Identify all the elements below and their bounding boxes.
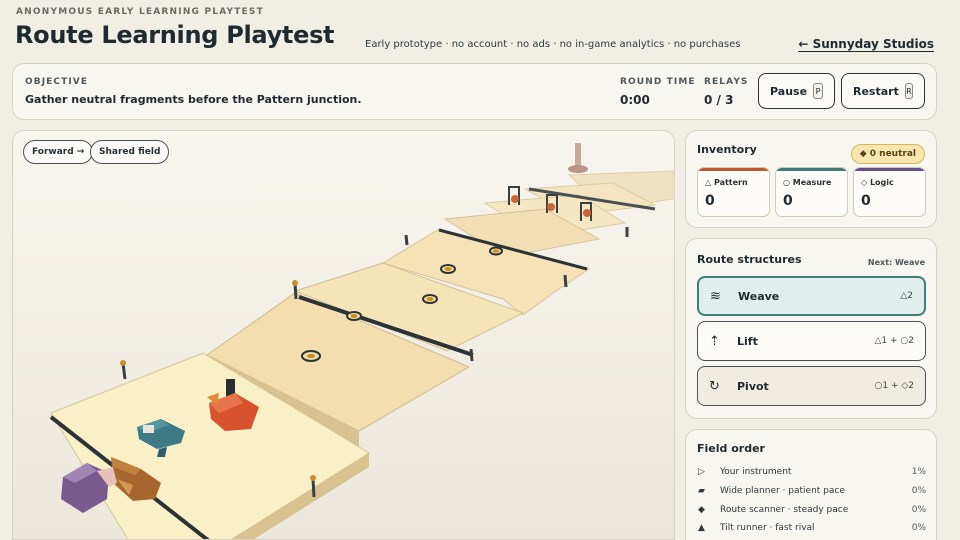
- field-order-progress: 0%: [911, 505, 926, 515]
- pivot-icon: ↻: [709, 378, 720, 394]
- finish-tower: [575, 143, 581, 167]
- page-title: Route Learning Playtest: [15, 21, 335, 49]
- inventory-card-label: ◇ Logic: [861, 178, 894, 187]
- logic-stripe: [854, 168, 925, 171]
- field-order-panel: Field order ▷ Your instrument 1% ▰ Wide …: [685, 429, 937, 540]
- field-order-title: Field order: [697, 442, 765, 455]
- neutral-badge: ◆ 0 neutral: [850, 144, 925, 164]
- objective-text: Gather neutral fragments before the Patt…: [25, 93, 362, 106]
- restart-button[interactable]: Restart R: [841, 73, 925, 109]
- field-order-progress: 0%: [911, 486, 926, 496]
- field-order-row: ▰ Wide planner · patient pace 0%: [698, 483, 926, 499]
- next-structure-hint: Next: Weave: [867, 258, 925, 267]
- track-scene: [49, 143, 674, 539]
- relay-marker: [547, 203, 555, 211]
- inventory-card-label: ○ Measure: [783, 178, 832, 187]
- objective-bar: OBJECTIVE Gather neutral fragments befor…: [12, 63, 937, 120]
- lift-icon: ⇡: [709, 333, 720, 349]
- restart-key-hint: R: [904, 83, 913, 99]
- inventory-card-count: 0: [861, 193, 871, 209]
- measure-stripe: [776, 168, 847, 171]
- structure-label: Lift: [737, 334, 758, 348]
- field-order-name: Tilt runner · fast rival: [720, 523, 815, 533]
- pause-button[interactable]: Pause P: [758, 73, 835, 109]
- field-order-progress: 1%: [911, 467, 926, 477]
- relay-marker: [511, 195, 519, 203]
- tagline: Early prototype · no account · no ads · …: [365, 39, 741, 50]
- lift-button[interactable]: ⇡ Lift △1 + ○2: [697, 321, 926, 361]
- relays-value: 0 / 3: [704, 93, 734, 107]
- instrument-icon: ▷: [698, 467, 705, 477]
- inventory-card-logic: ◇ Logic 0: [853, 167, 926, 217]
- studio-link[interactable]: ← Sunnyday Studios: [798, 37, 934, 51]
- eyebrow-label: ANONYMOUS EARLY LEARNING PLAYTEST: [16, 7, 264, 17]
- structure-label: Pivot: [737, 379, 769, 393]
- forward-chip[interactable]: Forward →: [23, 140, 94, 164]
- fragment-token: [301, 350, 321, 362]
- field-order-name: Your instrument: [720, 467, 792, 477]
- scanner-icon: ◆: [698, 505, 705, 515]
- planner-icon: ▰: [698, 486, 705, 496]
- finish-tower-base: [568, 165, 588, 173]
- restart-button-label: Restart: [853, 84, 899, 98]
- structure-cost: △1 + ○2: [874, 336, 915, 346]
- pivot-button[interactable]: ↻ Pivot ○1 + ◇2: [697, 366, 926, 406]
- pattern-stripe: [698, 168, 769, 171]
- field-order-name: Route scanner · steady pace: [720, 505, 849, 515]
- route-structures-title: Route structures: [697, 253, 802, 266]
- field-order-row: ▲ Tilt runner · fast rival 0%: [698, 520, 926, 536]
- round-time-value: 0:00: [620, 93, 650, 107]
- weave-icon: ≋: [710, 288, 721, 304]
- fragment-token: [422, 294, 438, 304]
- inventory-card-measure: ○ Measure 0: [775, 167, 848, 217]
- fragment-token: [489, 246, 503, 256]
- pause-key-hint: P: [813, 83, 823, 99]
- inventory-card-label: △ Pattern: [705, 178, 748, 187]
- inventory-card-pattern: △ Pattern 0: [697, 167, 770, 217]
- structure-cost: △2: [900, 291, 913, 301]
- game-field[interactable]: Forward → Shared field: [12, 130, 675, 540]
- relays-label: RELAYS: [704, 77, 749, 87]
- inventory-card-count: 0: [705, 193, 715, 209]
- field-order-row: ◆ Route scanner · steady pace 0%: [698, 502, 926, 518]
- structure-cost: ○1 + ◇2: [874, 381, 915, 391]
- pause-button-label: Pause: [770, 84, 808, 98]
- weave-button[interactable]: ≋ Weave △2: [697, 276, 926, 316]
- inventory-panel: Inventory ◆ 0 neutral △ Pattern 0 ○ Meas…: [685, 130, 937, 228]
- shared-field-chip[interactable]: Shared field: [90, 140, 170, 164]
- objective-label: OBJECTIVE: [25, 77, 89, 87]
- field-order-progress: 0%: [911, 523, 926, 533]
- fragment-token: [440, 264, 456, 274]
- runner-icon: ▲: [698, 523, 705, 533]
- field-order-name: Wide planner · patient pace: [720, 486, 845, 496]
- field-order-row: ▷ Your instrument 1%: [698, 464, 926, 480]
- fragment-token: [346, 311, 362, 321]
- route-structures-panel: Route structures Next: Weave ≋ Weave △2 …: [685, 238, 937, 419]
- inventory-title: Inventory: [697, 143, 757, 156]
- structure-label: Weave: [738, 289, 780, 303]
- relay-marker: [583, 209, 591, 217]
- round-time-label: ROUND TIME: [620, 77, 696, 87]
- inventory-card-count: 0: [783, 193, 793, 209]
